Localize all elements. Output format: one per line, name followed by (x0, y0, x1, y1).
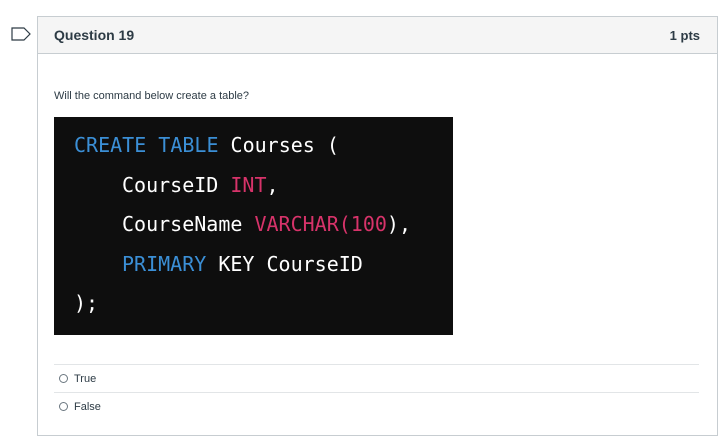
code-text: KEY CourseID (206, 251, 363, 276)
code-text: Courses ( (218, 133, 339, 157)
flag-question-icon[interactable] (11, 27, 31, 41)
code-text: ); (74, 291, 99, 315)
question-header: Question 19 1 pts (38, 17, 717, 54)
code-line-1: CREATE TABLE Courses ( (74, 131, 453, 171)
code-text: ), (386, 212, 412, 236)
answer-list: True False (54, 364, 699, 420)
code-text: CourseName (122, 212, 243, 236)
radio-button[interactable] (59, 402, 68, 411)
code-line-3: CourseName VARCHAR(100), (74, 210, 453, 250)
question-title: Question 19 (54, 27, 135, 43)
code-keyword: CREATE TABLE (74, 133, 219, 157)
code-number: 100 (350, 212, 387, 236)
code-keyword: PRIMARY (122, 251, 207, 276)
code-type: VARCHAR( (254, 212, 351, 236)
answer-label: True (74, 372, 97, 385)
radio-button[interactable] (59, 374, 68, 383)
answer-true[interactable]: True (54, 364, 699, 392)
code-text: , (266, 172, 279, 197)
answer-false[interactable]: False (54, 392, 699, 420)
code-line-5: ); (74, 289, 453, 329)
code-text: CourseID (122, 172, 219, 197)
question-prompt: Will the command below create a table? (54, 90, 250, 102)
answer-label: False (74, 400, 101, 413)
code-line-4: PRIMARY KEY CourseID (74, 250, 453, 290)
question-points: 1 pts (669, 27, 700, 43)
code-type: INT (230, 172, 267, 197)
question-card: Question 19 1 pts Will the command below… (37, 16, 718, 436)
code-image: CREATE TABLE Courses ( CourseID INT, Cou… (54, 117, 453, 335)
code-line-2: CourseID INT, (74, 171, 453, 211)
